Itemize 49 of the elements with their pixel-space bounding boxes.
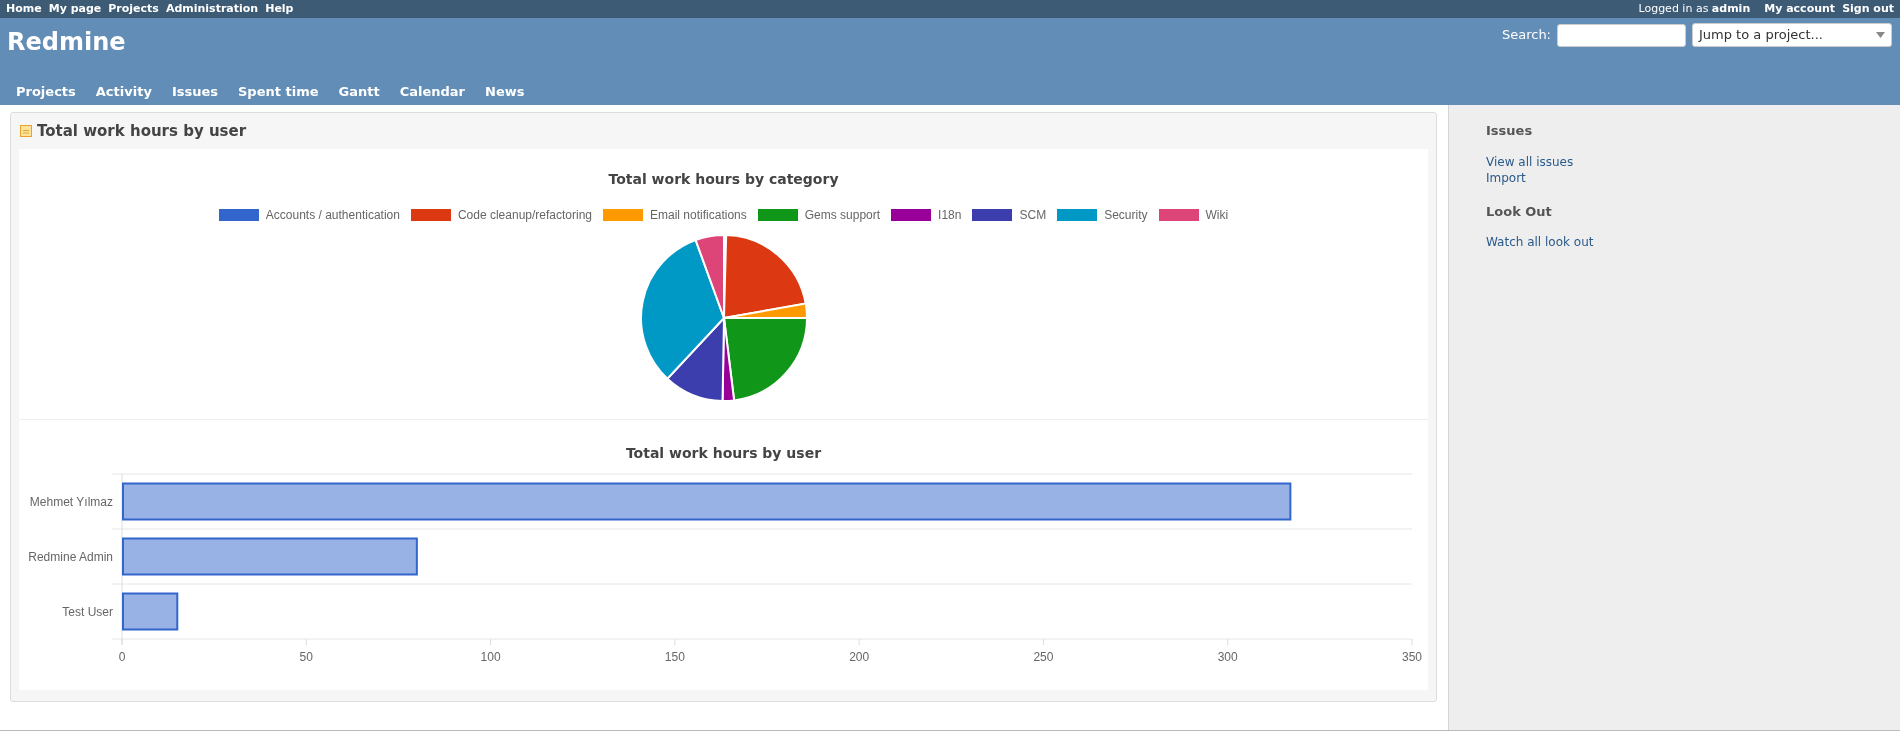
report-icon bbox=[20, 125, 32, 137]
sidebar-heading: Look Out bbox=[1486, 202, 1553, 221]
account-link[interactable]: My account bbox=[1764, 0, 1836, 18]
main-menu-tab[interactable]: News bbox=[475, 78, 535, 105]
top-menu-link[interactable]: Home bbox=[6, 0, 42, 18]
axis-tick-label: 0 bbox=[118, 650, 126, 664]
top-menu-link[interactable]: Projects bbox=[108, 0, 159, 18]
chart-title: Total work hours by user bbox=[625, 444, 822, 463]
axis-tick-label: 150 bbox=[664, 650, 685, 664]
axis-tick-label: 200 bbox=[849, 650, 870, 664]
axis-tick-label: 50 bbox=[299, 650, 313, 664]
search-field[interactable] bbox=[1557, 23, 1686, 47]
top-menu-link[interactable]: Administration bbox=[165, 0, 259, 18]
sidebar-link[interactable]: Import bbox=[1486, 169, 1900, 186]
legend-label: I18n bbox=[938, 207, 962, 224]
axis-tick-label: 250 bbox=[1033, 650, 1054, 664]
axis-category-label: Mehmet Yılmaz bbox=[29, 494, 113, 509]
legend-label: SCM bbox=[1019, 207, 1047, 224]
bar bbox=[122, 592, 179, 631]
page-title: Total work hours by user bbox=[37, 120, 247, 142]
sidebar-link[interactable]: View all issues bbox=[1486, 153, 1900, 170]
legend-label: Email notifications bbox=[650, 207, 747, 224]
sidebar-heading: Issues bbox=[1486, 122, 1534, 140]
top-menu-link[interactable]: Help bbox=[265, 0, 294, 18]
chart-title: Total work hours by category bbox=[608, 170, 839, 189]
axis-tick-label: 100 bbox=[480, 650, 501, 664]
axis-category-label: Test User bbox=[62, 604, 113, 619]
legend-label: Wiki bbox=[1205, 207, 1229, 224]
main-menu-tab[interactable]: Projects bbox=[6, 78, 86, 105]
site-title: Redmine bbox=[7, 27, 126, 58]
legend-label: Gems support bbox=[804, 207, 881, 224]
top-menu-link[interactable]: My page bbox=[48, 0, 102, 18]
legend-label: Security bbox=[1104, 207, 1148, 224]
caret-icon bbox=[1876, 32, 1885, 38]
account-link[interactable]: Sign out bbox=[1842, 0, 1894, 18]
project-jump-dropdown[interactable]: Jump to a project... bbox=[1692, 23, 1892, 47]
legend-label: Accounts / authentication bbox=[265, 207, 400, 224]
main-menu-tab[interactable]: Calendar bbox=[389, 78, 475, 105]
main-menu-tab[interactable]: Gantt bbox=[328, 78, 390, 105]
main-menu-tab[interactable]: Activity bbox=[85, 78, 162, 105]
main-menu-tab[interactable]: Spent time bbox=[228, 78, 329, 105]
login-status: Logged in as admin bbox=[1638, 0, 1751, 17]
axis-tick-label: 350 bbox=[1402, 650, 1422, 664]
search-label: Search: bbox=[1501, 26, 1551, 45]
axis-tick-label: 300 bbox=[1217, 650, 1238, 664]
axis-category-label: Redmine Admin bbox=[28, 549, 113, 564]
main-menu-tab[interactable]: Issues bbox=[161, 78, 228, 105]
legend-label: Code cleanup/refactoring bbox=[457, 207, 592, 224]
sidebar-link[interactable]: Watch all look out bbox=[1486, 234, 1900, 250]
